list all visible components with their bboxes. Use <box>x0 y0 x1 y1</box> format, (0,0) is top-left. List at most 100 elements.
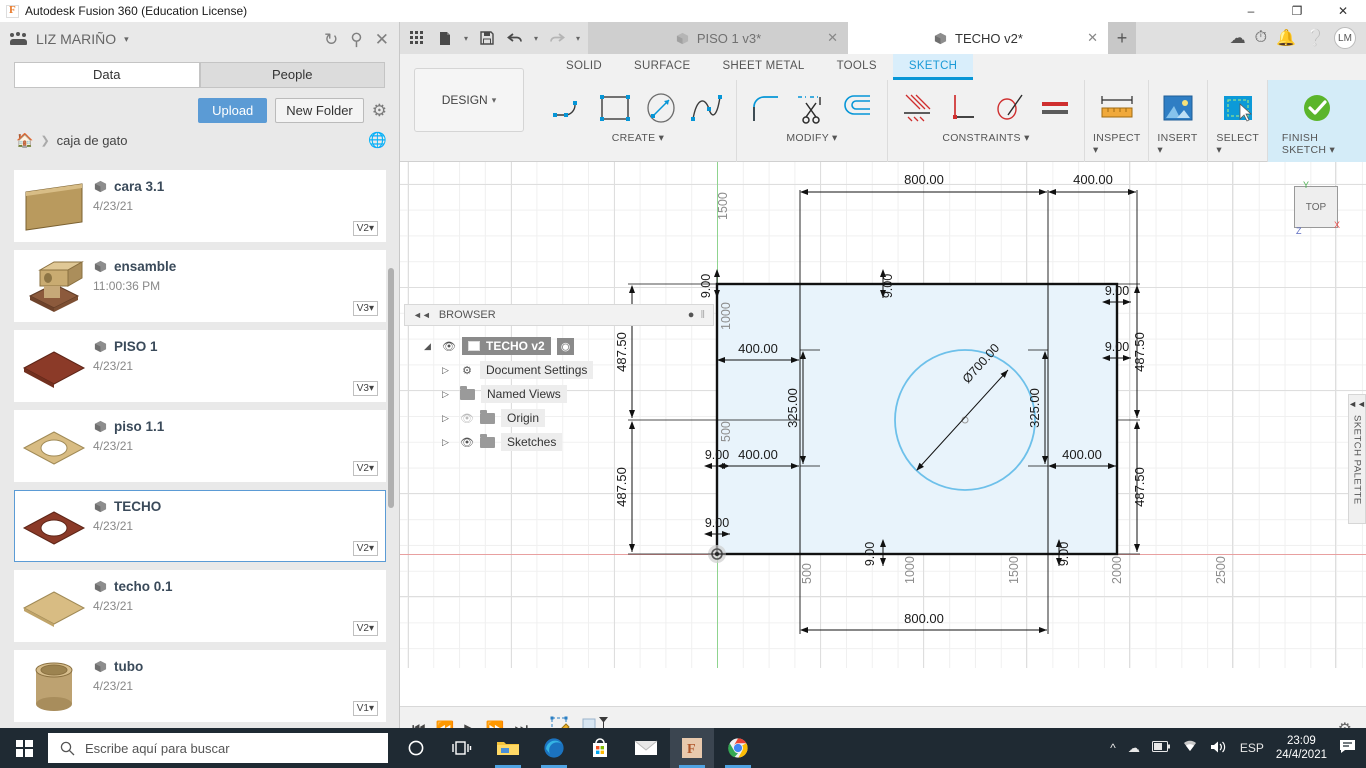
panel-label[interactable]: INSERT ▾ <box>1157 132 1199 156</box>
list-item[interactable]: cara 3.1 4/23/21 V2▾ <box>14 170 386 242</box>
ribbon-tab-solid[interactable]: SOLID <box>550 54 618 80</box>
search-icon[interactable]: ⚲ <box>350 31 362 48</box>
taskbar-clock[interactable]: 23:09 24/4/2021 <box>1276 734 1327 762</box>
fillet-icon[interactable] <box>745 86 787 130</box>
expand-arrow-icon[interactable]: ▷ <box>442 413 454 424</box>
rectangle-icon[interactable] <box>594 86 636 130</box>
mail-icon[interactable] <box>624 728 668 768</box>
tree-node-techo[interactable]: ◢ 👁 TECHO v2 ◉ <box>416 334 716 358</box>
wifi-icon[interactable] <box>1182 740 1198 756</box>
panel-label[interactable]: CREATE ▾ <box>612 132 664 144</box>
select-window-icon[interactable] <box>1217 86 1259 130</box>
tree-node-document-settings[interactable]: ▷ ⚙ Document Settings <box>416 358 716 382</box>
expand-arrow-icon[interactable]: ◢ <box>424 341 436 352</box>
breadcrumb-folder[interactable]: caja de gato <box>57 133 128 148</box>
upload-button[interactable]: Upload <box>198 98 268 123</box>
document-tab-piso1[interactable]: PISO 1 v3* ✕ <box>588 22 848 54</box>
data-panel-scrollbar[interactable] <box>388 268 394 508</box>
insert-image-icon[interactable] <box>1157 86 1199 130</box>
resize-handle-icon[interactable]: ‖ <box>700 309 705 321</box>
tangent-icon[interactable] <box>988 86 1030 130</box>
tree-node-origin[interactable]: ▷ 👁 Origin <box>416 406 716 430</box>
workspace-switcher[interactable]: DESIGN ▾ <box>414 68 524 132</box>
version-badge[interactable]: V1▾ <box>352 701 378 716</box>
trim-icon[interactable] <box>791 86 833 130</box>
list-item[interactable]: ensamble 11:00:36 PM V3▾ <box>14 250 386 322</box>
undo-icon[interactable] <box>502 23 528 53</box>
version-badge[interactable]: V3▾ <box>352 381 378 396</box>
notifications-icon[interactable]: 🔔 <box>1276 28 1296 48</box>
version-badge[interactable]: V2▾ <box>352 621 378 636</box>
language-indicator[interactable]: ESP <box>1240 741 1264 755</box>
close-icon[interactable]: ✕ <box>1087 30 1098 46</box>
list-item[interactable]: piso 1.1 4/23/21 V2▾ <box>14 410 386 482</box>
panel-label[interactable]: MODIFY ▾ <box>786 132 837 144</box>
new-folder-button[interactable]: New Folder <box>275 98 364 123</box>
measure-icon[interactable] <box>1096 86 1138 130</box>
list-item-techo[interactable]: TECHO 4/23/21 V2▾ <box>14 490 386 562</box>
app-grid-icon[interactable] <box>404 23 430 53</box>
ribbon-tab-sheet-metal[interactable]: SHEET METAL <box>706 54 820 80</box>
equal-icon[interactable] <box>1034 86 1076 130</box>
document-tab-techo[interactable]: TECHO v2* ✕ <box>848 22 1108 54</box>
redo-icon[interactable] <box>544 23 570 53</box>
ground-constraint-icon[interactable] <box>896 86 938 130</box>
list-item[interactable]: tubo 4/23/21 V1▾ <box>14 650 386 722</box>
ribbon-tab-sketch[interactable]: SKETCH <box>892 54 974 80</box>
avatar[interactable]: LM <box>1334 27 1356 49</box>
arc-icon[interactable] <box>548 86 590 130</box>
fusion360-icon[interactable]: F <box>670 728 714 768</box>
activate-component-icon[interactable]: ◉ <box>556 337 575 355</box>
cloud-icon[interactable]: ☁ <box>1128 741 1140 755</box>
redo-caret-icon[interactable]: ▾ <box>572 23 584 53</box>
panel-label[interactable]: INSPECT ▾ <box>1093 132 1140 156</box>
list-item[interactable]: PISO 1 4/23/21 V3▾ <box>14 330 386 402</box>
user-menu[interactable]: LIZ MARIÑO ▾ <box>10 31 129 47</box>
file-explorer-icon[interactable] <box>486 728 530 768</box>
ellipse-icon[interactable] <box>640 86 682 130</box>
tab-data[interactable]: Data <box>14 62 200 88</box>
recent-icon[interactable]: ⏱ <box>1255 29 1267 47</box>
home-icon[interactable]: 🏠 <box>16 132 33 149</box>
task-view-icon[interactable] <box>440 728 484 768</box>
minimize-circle-icon[interactable]: ● <box>688 309 695 321</box>
job-status-icon[interactable]: ☁ <box>1230 28 1246 48</box>
panel-label[interactable]: FINISH SKETCH ▾ <box>1282 132 1352 156</box>
ribbon-tab-tools[interactable]: TOOLS <box>821 54 893 80</box>
ribbon-tab-surface[interactable]: SURFACE <box>618 54 706 80</box>
version-badge[interactable]: V2▾ <box>352 541 378 556</box>
undo-caret-icon[interactable]: ▾ <box>530 23 542 53</box>
taskbar-search[interactable]: Escribe aquí para buscar <box>48 733 388 763</box>
expand-arrow-icon[interactable]: ▷ <box>442 437 454 448</box>
help-icon[interactable]: ❔ <box>1305 28 1325 48</box>
ribbon-panel-finish-sketch[interactable]: FINISH SKETCH ▾ <box>1266 80 1366 162</box>
collapse-left-icon[interactable]: ◄◄ <box>413 310 431 320</box>
refresh-icon[interactable]: ↻ <box>324 31 338 48</box>
tab-people[interactable]: People <box>199 62 385 88</box>
version-badge[interactable]: V2▾ <box>352 461 378 476</box>
tray-expand-icon[interactable]: ^ <box>1110 741 1116 755</box>
sketch-palette-tab[interactable]: ◄◄ SKETCH PALETTE <box>1348 394 1366 524</box>
action-center-icon[interactable] <box>1339 739 1356 758</box>
expand-arrow-icon[interactable]: ▷ <box>442 365 454 376</box>
edge-icon[interactable] <box>532 728 576 768</box>
cortana-icon[interactable] <box>394 728 438 768</box>
list-item[interactable]: techo 0.1 4/23/21 V2▾ <box>14 570 386 642</box>
minimize-button[interactable]: – <box>1228 0 1274 22</box>
gear-icon[interactable]: ⚙ <box>372 101 387 121</box>
visibility-eye-icon[interactable]: 👁 <box>442 340 456 353</box>
offset-icon[interactable] <box>837 86 879 130</box>
volume-icon[interactable] <box>1210 740 1228 757</box>
version-badge[interactable]: V2▾ <box>352 221 378 236</box>
visibility-eye-off-icon[interactable]: 👁 <box>460 412 474 425</box>
close-button[interactable]: ✕ <box>1320 0 1366 22</box>
perpendicular-icon[interactable] <box>942 86 984 130</box>
tree-node-sketches[interactable]: ▷ 👁 Sketches <box>416 430 716 454</box>
tree-node-named-views[interactable]: ▷ Named Views <box>416 382 716 406</box>
close-icon[interactable]: ✕ <box>827 30 838 46</box>
microsoft-store-icon[interactable] <box>578 728 622 768</box>
close-icon[interactable]: ✕ <box>375 31 389 48</box>
data-panel-file-list[interactable]: cara 3.1 4/23/21 V2▾ ensamble 11:00:36 P… <box>0 170 400 728</box>
expand-arrow-icon[interactable]: ▷ <box>442 389 454 400</box>
new-document-icon[interactable] <box>432 23 458 53</box>
